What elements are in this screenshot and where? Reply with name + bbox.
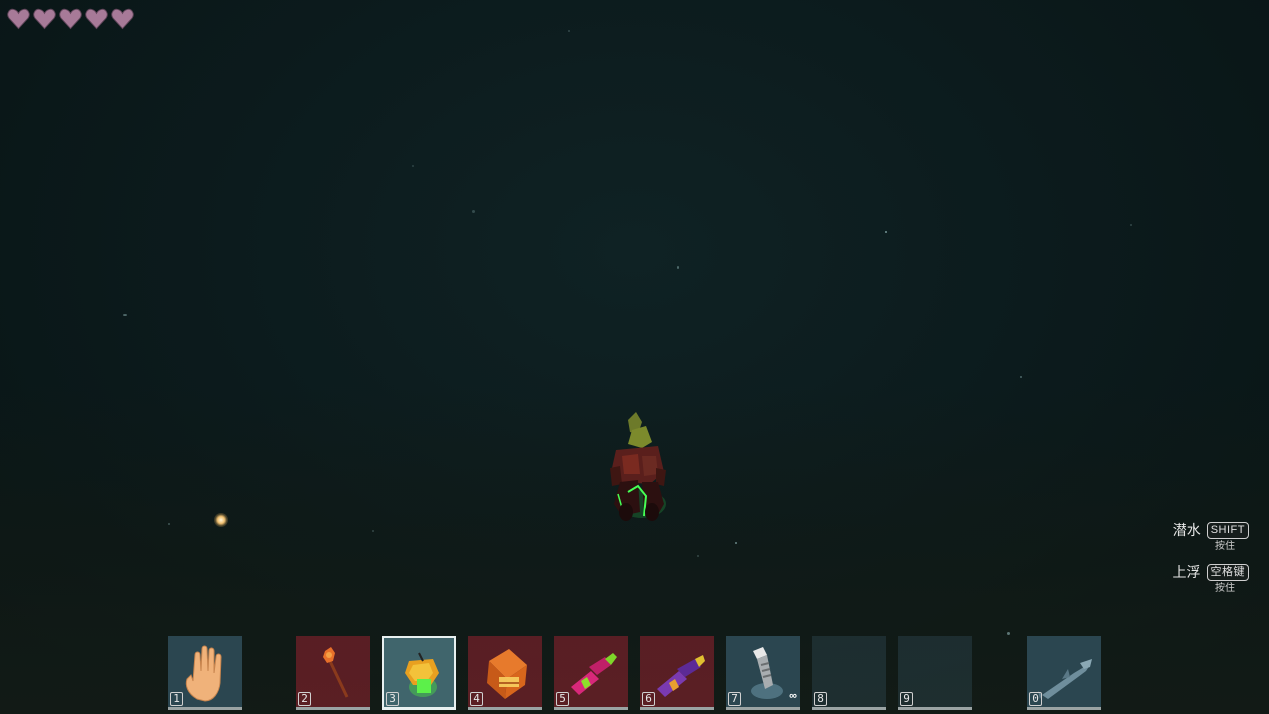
hotbar-slot-8[interactable]: 8 [812, 636, 886, 710]
particle [168, 523, 170, 525]
torch-staff-icon [323, 647, 349, 698]
heart-icon [7, 8, 30, 30]
slot-number: 9 [900, 692, 913, 706]
crate-icon [487, 649, 527, 699]
slot-number: 8 [814, 692, 827, 706]
flashlight-icon [751, 647, 783, 699]
hotbar-slot-1[interactable]: 1 [168, 636, 242, 710]
health-bar [7, 8, 134, 30]
slot-number: 2 [298, 692, 311, 706]
particle [123, 314, 127, 316]
particle [697, 555, 699, 557]
hotbar-slot-9[interactable]: 9 [898, 636, 972, 710]
space-key-badge: 空格键 [1206, 563, 1249, 581]
surface-hint: 上浮 空格键 [1172, 562, 1249, 582]
dive-hint: 潜水 SHIFT [1172, 520, 1249, 540]
hammerhead-shark-icon [1038, 659, 1092, 699]
particle [1007, 632, 1010, 635]
heart-icon [33, 8, 56, 30]
hotbar-slot-5[interactable]: 5 [554, 636, 628, 710]
hotbar: 1 2 3 4 5 6 ∞ 7 8 9 0 [0, 636, 1269, 714]
surface-label: 上浮 [1172, 564, 1201, 580]
hotbar-slot-4[interactable]: 4 [468, 636, 542, 710]
heart-icon [111, 8, 134, 30]
hotbar-slot-0[interactable]: 0 [1027, 636, 1101, 710]
heart-icon [85, 8, 108, 30]
particle [885, 231, 887, 233]
particle [568, 30, 570, 32]
player-character [610, 412, 666, 521]
particle [677, 266, 679, 269]
slot-number: 0 [1029, 692, 1042, 706]
item-count: ∞ [789, 690, 797, 702]
pink-blaster-icon [571, 653, 617, 695]
surface-hold-hint: 按住 [1215, 583, 1235, 594]
slot-number: 3 [386, 692, 399, 706]
particle [472, 210, 475, 213]
particle [372, 530, 374, 532]
hotbar-slot-3[interactable]: 3 [382, 636, 456, 710]
purple-blaster-icon [657, 655, 705, 697]
particle [735, 542, 737, 544]
particle [412, 165, 414, 167]
shift-key-badge: SHIFT [1206, 521, 1249, 539]
particle [1020, 376, 1022, 378]
hotbar-slot-2[interactable]: 2 [296, 636, 370, 710]
hand-icon [185, 645, 222, 702]
hotbar-slot-7[interactable]: ∞ 7 [726, 636, 800, 710]
hotbar-slot-6[interactable]: 6 [640, 636, 714, 710]
particle [1130, 224, 1132, 226]
slot-number: 1 [170, 692, 183, 706]
control-hints: 潜水 SHIFT 按住 上浮 空格键 按住 [1172, 520, 1249, 604]
distant-light-glow [214, 513, 228, 527]
slot-number: 7 [728, 692, 741, 706]
dive-hold-hint: 按住 [1215, 541, 1235, 552]
dive-label: 潜水 [1172, 522, 1201, 538]
heart-icon [59, 8, 82, 30]
slot-number: 6 [642, 692, 655, 706]
slot-number: 5 [556, 692, 569, 706]
lantern-icon [405, 652, 439, 697]
slot-number: 4 [470, 692, 483, 706]
